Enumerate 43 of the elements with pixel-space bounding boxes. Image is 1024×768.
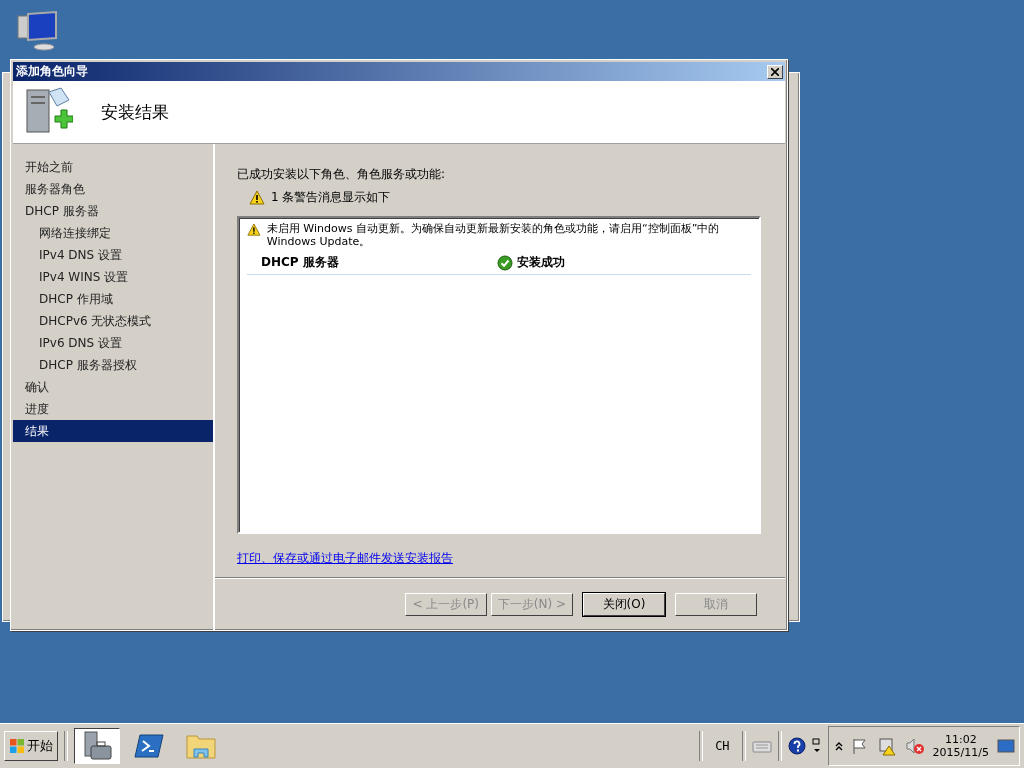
intro-text: 已成功安装以下角色、角色服务或功能: [237,166,447,183]
wizard-step[interactable]: 进度 [13,398,213,420]
server-toolbox-icon [81,730,113,762]
wizard-step[interactable]: DHCP 作用域 [13,288,213,310]
warning-icon [249,189,265,206]
page-title: 安装结果 [101,100,169,124]
wizard-step[interactable]: DHCP 服务器 [13,200,213,222]
flag-icon[interactable] [850,737,869,755]
windows-logo-icon [9,738,25,754]
wizard-step[interactable]: IPv4 WINS 设置 [13,266,213,288]
start-button[interactable]: 开始 [4,731,58,761]
window-title: 添加角色向导 [16,63,88,80]
install-status: 安装成功 [517,254,565,271]
role-name: DHCP 服务器 [261,254,340,271]
close-button[interactable] [767,64,783,79]
wizard-step[interactable]: 开始之前 [13,156,213,178]
wizard-step[interactable]: 确认 [13,376,213,398]
warning-icon [247,222,261,238]
clock[interactable]: 11:02 2015/11/5 [932,733,989,759]
clock-time: 11:02 [944,733,977,746]
report-link[interactable]: 打印、保存或通过电子邮件发送安装报告 [237,550,453,567]
help-icon[interactable] [787,737,806,755]
wizard-step[interactable]: 网络连接绑定 [13,222,213,244]
warning-summary: 1 条警告消息显示如下 [271,189,391,206]
computer-icon[interactable] [16,10,60,52]
wizard-step[interactable]: 服务器角色 [13,178,213,200]
chevron-up-icon[interactable] [834,741,843,751]
clock-date: 2015/11/5 [932,746,989,759]
speaker-muted-icon[interactable] [904,737,925,755]
taskbar-app-button[interactable] [74,728,120,764]
restore-caret-icon[interactable] [811,738,822,754]
close-icon [771,67,779,76]
wizard-step[interactable]: DHCP 服务器授权 [13,354,213,376]
network-warning-icon[interactable] [876,736,897,756]
check-icon [497,254,513,271]
warning-message: 未启用 Windows 自动更新。为确保自动更新最新安装的角色或功能，请启用“控制面板”中的 Windows Update。 [266,222,721,248]
wizard-step[interactable]: IPv4 DNS 设置 [13,244,213,266]
wizard-button[interactable]: 关闭(O) [583,592,665,616]
wizard-step[interactable]: 结果 [13,420,213,442]
wizard-step[interactable]: DHCPv6 无状态模式 [13,310,213,332]
language-indicator[interactable]: CH [709,739,736,753]
terminal-icon [134,733,164,759]
wizard-step[interactable]: IPv6 DNS 设置 [13,332,213,354]
